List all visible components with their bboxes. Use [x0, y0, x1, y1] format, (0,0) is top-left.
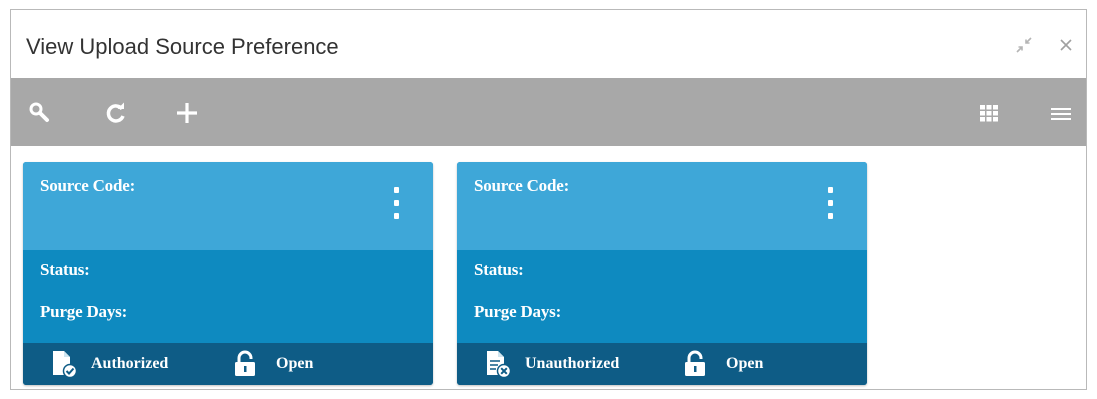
status-label: Status: — [474, 260, 524, 279]
grid-view-button[interactable] — [974, 98, 1004, 128]
grid-view-icon — [980, 105, 998, 122]
list-view-button[interactable] — [1046, 98, 1076, 128]
card-footer: Authorized Open — [23, 343, 433, 385]
view-upload-source-preference-window: View Upload Source Preference Source Cod… — [10, 9, 1087, 390]
plus-icon — [177, 103, 197, 123]
record-card[interactable]: Source Code: Status: Purge Days: Unautho… — [457, 162, 867, 385]
purge-days-label: Purge Days: — [474, 302, 562, 321]
source-code-label: Source Code: — [474, 176, 570, 195]
card-header: Source Code: — [23, 162, 433, 250]
kebab-menu-icon[interactable] — [823, 187, 837, 219]
add-button[interactable] — [172, 98, 202, 128]
minimize-arrows-icon[interactable] — [1014, 35, 1034, 55]
unlocked-padlock-icon — [235, 350, 255, 376]
authorization-status: Authorized — [91, 355, 169, 372]
list-view-icon — [1051, 108, 1071, 120]
toolbar — [11, 78, 1086, 146]
card-header: Source Code: — [457, 162, 867, 250]
record-card[interactable]: Source Code: Status: Purge Days: Authori… — [23, 162, 433, 385]
search-button[interactable] — [25, 98, 55, 128]
record-status: Open — [276, 355, 314, 372]
unauthorized-document-icon — [487, 351, 511, 378]
kebab-menu-icon[interactable] — [389, 187, 403, 219]
record-status: Open — [726, 355, 764, 372]
window-controls — [1014, 32, 1076, 58]
refresh-button[interactable] — [101, 98, 131, 128]
window-title: View Upload Source Preference — [26, 34, 339, 59]
card-footer: Unauthorized Open — [457, 343, 867, 385]
purge-days-label: Purge Days: — [40, 302, 128, 321]
unlocked-padlock-icon — [685, 350, 705, 376]
source-code-label: Source Code: — [40, 176, 136, 195]
close-button[interactable] — [1056, 35, 1076, 55]
status-label: Status: — [40, 260, 90, 279]
authorization-status: Unauthorized — [525, 355, 620, 372]
close-icon — [1060, 39, 1072, 51]
authorized-document-icon — [53, 351, 77, 378]
title-bar: View Upload Source Preference — [11, 10, 1086, 78]
search-icon — [29, 102, 49, 122]
refresh-icon — [106, 102, 125, 123]
